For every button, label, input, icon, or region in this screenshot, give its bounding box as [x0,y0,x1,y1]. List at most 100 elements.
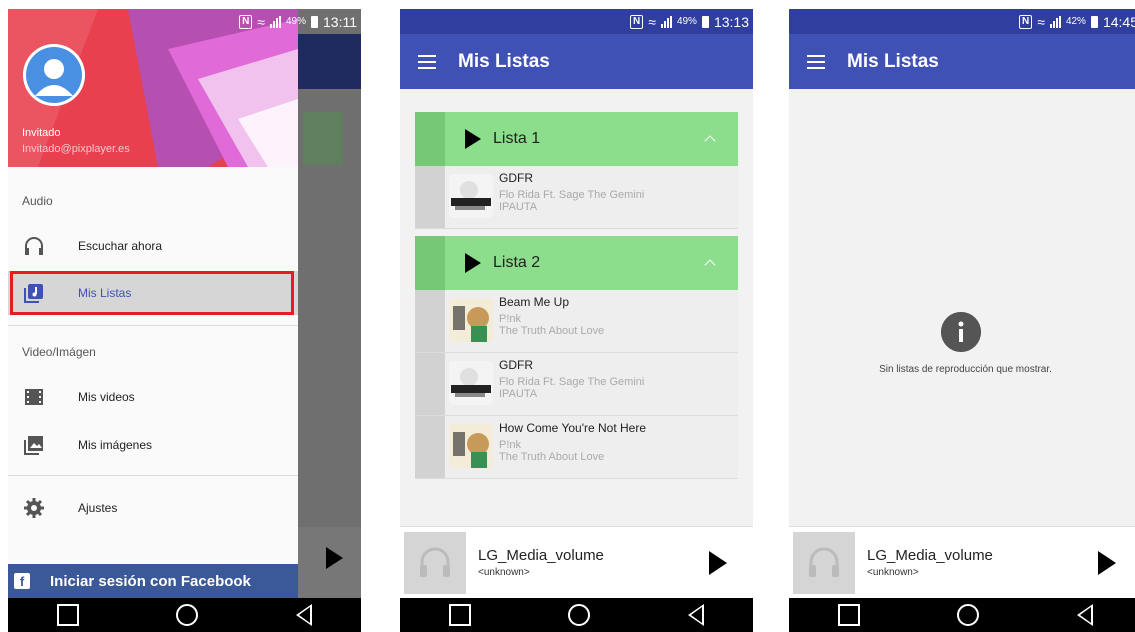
drawer-item-label: Mis videos [78,390,135,404]
playlist-list: Lista 1 GDFR Flo Rida Ft. Sage The Gemin… [415,112,738,479]
signal-icon [1049,15,1061,28]
song-artist: Flo Rida Ft. Sage The Gemini [499,376,645,388]
song-strip [415,290,445,352]
drawer-item-label: Ajustes [78,501,118,515]
page-title: Mis Listas [847,50,939,72]
song-row[interactable]: Beam Me Up P!nk The Truth About Love [415,290,738,353]
song-artist: P!nk [499,313,522,325]
divider [8,475,298,476]
album-art [449,424,493,468]
song-artist: Flo Rida Ft. Sage The Gemini [499,189,645,201]
app-bar: Mis Listas [789,34,1135,89]
facebook-login-button[interactable]: f Iniciar sesión con Facebook [8,564,298,598]
headphones-icon [22,234,46,258]
player-subtitle: <unknown> [478,567,530,578]
playlist-icon [22,281,46,305]
facebook-icon: f [14,573,30,589]
battery-percent: 49% [285,16,306,27]
song-title: How Come You're Not Here [499,421,647,435]
player-title: LG_Media_volume [867,547,993,564]
nfc-icon: N [239,14,253,29]
album-art [449,174,493,218]
mini-player[interactable]: LG_Media_volume <unknown> [789,526,1135,598]
drawer-item-label: Mis Listas [78,286,132,300]
avatar-person-icon [23,44,85,106]
menu-icon[interactable] [418,54,436,69]
album-art [449,298,493,342]
phone-screen-playlists: N ≈ 49% 13:13 Mis Listas Lista 1 GDFR Fl… [400,9,753,632]
back-button[interactable] [1077,604,1094,626]
status-bar: N ≈ 49% 13:11 [8,9,361,34]
song-artist: P!nk [499,439,522,451]
headphones-icon [809,547,839,577]
home-button[interactable] [957,604,980,626]
drawer-item-mis-listas[interactable]: Mis Listas [8,271,298,315]
mini-player[interactable]: LG_Media_volume <unknown> [400,526,753,598]
song-strip [415,416,445,478]
song-title: GDFR [499,358,533,372]
song-album: IPAUTA [499,388,538,400]
header-strip [415,236,445,290]
app-bar: Mis Listas [400,34,753,89]
play-icon[interactable] [465,129,481,149]
section-video: Video/Imágen [22,345,96,359]
navigation-drawer: Invitado Invitado@pixplayer.es Audio Esc… [8,9,298,598]
clock: 13:13 [713,13,749,30]
back-button[interactable] [296,604,313,626]
background-play-icon [326,547,343,569]
battery-percent: 49% [676,16,697,27]
drawer-item-escuchar-ahora[interactable]: Escuchar ahora [8,224,298,268]
song-album: IPAUTA [499,201,538,213]
battery-icon [1090,15,1098,28]
header-strip [415,112,445,166]
menu-icon[interactable] [807,54,825,69]
play-icon[interactable] [465,253,481,273]
play-button[interactable] [1098,550,1116,575]
back-button[interactable] [688,604,705,626]
recent-apps-button[interactable] [448,604,471,626]
nfc-icon: N [1019,14,1033,29]
clock: 13:11 [323,13,357,30]
user-email: Invitado@pixplayer.es [22,143,130,155]
song-title: GDFR [499,171,533,185]
recent-apps-button[interactable] [56,604,79,626]
drawer-item-mis-imagenes[interactable]: Mis imágenes [8,423,298,467]
battery-icon [701,15,709,28]
song-strip [415,353,445,415]
page-title: Mis Listas [458,50,550,72]
recent-apps-button[interactable] [837,604,860,626]
chevron-up-icon[interactable] [704,135,716,147]
song-row[interactable]: GDFR Flo Rida Ft. Sage The Gemini IPAUTA [415,353,738,416]
avatar[interactable] [23,44,85,106]
playlist-header[interactable]: Lista 2 [415,236,738,290]
user-name: Invitado [22,127,61,139]
clock: 14:45 [1102,13,1135,30]
drawer-item-ajustes[interactable]: Ajustes [8,486,298,530]
song-strip [415,166,445,228]
wifi-icon: ≈ [257,13,265,30]
image-icon [22,433,46,457]
status-bar: N ≈ 49% 13:13 [400,9,753,34]
signal-icon [660,15,672,28]
empty-state-message: Sin listas de reproducción que mostrar. [879,364,1052,375]
song-title: Beam Me Up [499,295,570,309]
song-row[interactable]: GDFR Flo Rida Ft. Sage The Gemini IPAUTA [415,166,738,229]
drawer-item-mis-videos[interactable]: Mis videos [8,375,298,419]
wifi-icon: ≈ [648,13,656,30]
home-button[interactable] [176,604,199,626]
chevron-up-icon[interactable] [704,259,716,271]
player-art [793,531,855,594]
wifi-icon: ≈ [1037,13,1045,30]
song-row[interactable]: How Come You're Not Here P!nk The Truth … [415,416,738,479]
playlist-name: Lista 1 [493,130,541,147]
player-art [404,531,466,594]
song-album: The Truth About Love [499,451,605,463]
play-button[interactable] [709,550,727,575]
home-button[interactable] [568,604,591,626]
player-subtitle: <unknown> [867,567,919,578]
playlist-name: Lista 2 [493,254,541,271]
facebook-login-label: Iniciar sesión con Facebook [50,572,251,590]
drawer-item-label: Escuchar ahora [78,239,163,253]
background-list-header [303,112,343,165]
playlist-header[interactable]: Lista 1 [415,112,738,166]
